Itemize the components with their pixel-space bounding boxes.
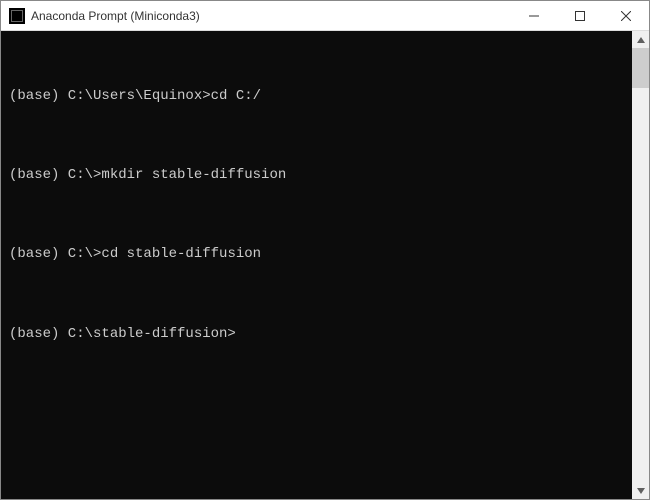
command-text: cd stable-diffusion xyxy=(101,246,261,262)
window-frame: Anaconda Prompt (Miniconda3) (base) C:\U… xyxy=(0,0,650,500)
maximize-button[interactable] xyxy=(557,1,603,30)
scroll-thumb[interactable] xyxy=(632,48,649,88)
terminal[interactable]: (base) C:\Users\Equinox>cd C:/ (base) C:… xyxy=(1,31,632,499)
terminal-line: (base) C:\>cd stable-diffusion xyxy=(9,243,624,267)
prompt-text: (base) C:\Users\Equinox> xyxy=(9,88,211,104)
window-controls xyxy=(511,1,649,30)
terminal-line: (base) C:\>mkdir stable-diffusion xyxy=(9,164,624,188)
scroll-down-arrow-icon[interactable] xyxy=(632,482,649,499)
prompt-text: (base) C:\> xyxy=(9,246,101,262)
command-text: cd C:/ xyxy=(211,88,261,104)
terminal-line: (base) C:\stable-diffusion> xyxy=(9,323,624,347)
content-area: (base) C:\Users\Equinox>cd C:/ (base) C:… xyxy=(1,31,649,499)
terminal-line: (base) C:\Users\Equinox>cd C:/ xyxy=(9,85,624,109)
prompt-text: (base) C:\> xyxy=(9,167,101,183)
prompt-text: (base) C:\stable-diffusion> xyxy=(9,326,236,342)
app-icon xyxy=(9,8,25,24)
vertical-scrollbar[interactable] xyxy=(632,31,649,499)
minimize-button[interactable] xyxy=(511,1,557,30)
scroll-up-arrow-icon[interactable] xyxy=(632,31,649,48)
window-title: Anaconda Prompt (Miniconda3) xyxy=(31,9,511,23)
scroll-track[interactable] xyxy=(632,48,649,482)
titlebar[interactable]: Anaconda Prompt (Miniconda3) xyxy=(1,1,649,31)
command-text: mkdir stable-diffusion xyxy=(101,167,286,183)
close-button[interactable] xyxy=(603,1,649,30)
